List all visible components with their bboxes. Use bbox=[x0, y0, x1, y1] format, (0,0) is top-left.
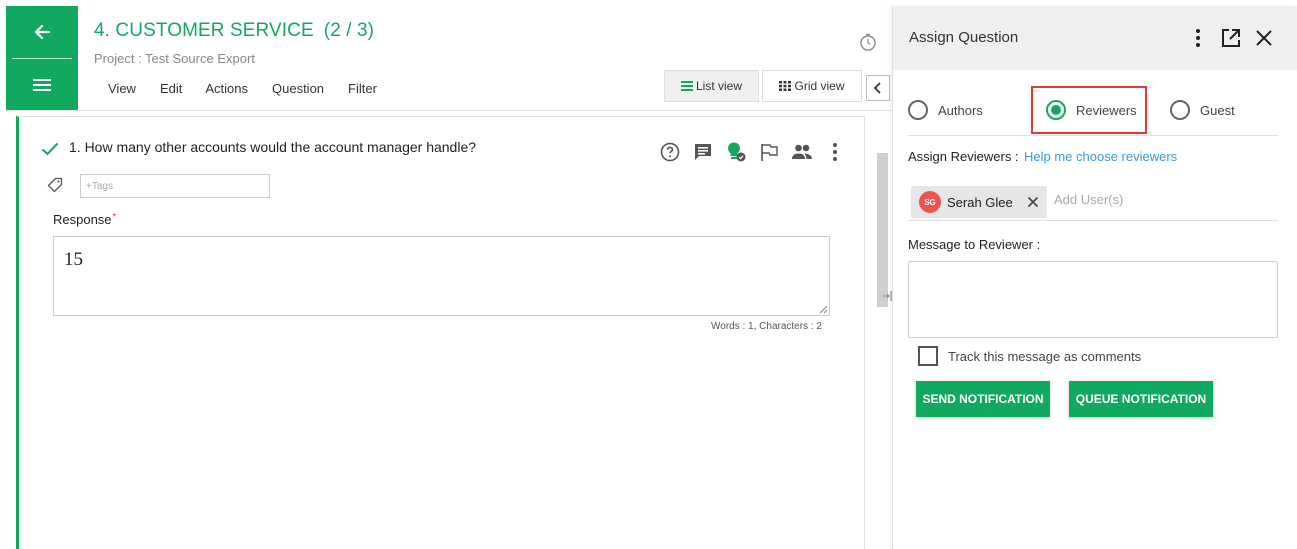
app-root: 4. CUSTOMER SERVICE (2 / 3) Project : Tes… bbox=[0, 0, 1297, 549]
panel-header: Assign Question bbox=[893, 6, 1297, 70]
lightbulb-icon bbox=[728, 142, 746, 162]
radio-authors[interactable]: Authors bbox=[908, 100, 983, 120]
more-vertical-icon bbox=[1196, 29, 1200, 47]
back-button[interactable] bbox=[6, 6, 78, 58]
radio-guest-circle[interactable] bbox=[1170, 100, 1190, 120]
grid-view-button[interactable]: Grid view bbox=[762, 70, 862, 102]
radio-authors-circle[interactable] bbox=[908, 100, 928, 120]
avatar: SG bbox=[919, 191, 941, 213]
timer-icon[interactable] bbox=[858, 32, 878, 52]
queue-notification-button[interactable]: QUEUE NOTIFICATION bbox=[1069, 381, 1213, 417]
panel-more-button[interactable] bbox=[1191, 26, 1205, 50]
message-textarea[interactable] bbox=[908, 261, 1278, 338]
tags-input[interactable] bbox=[80, 174, 270, 198]
word-count: Words : 1, Characters : 2 bbox=[711, 321, 822, 332]
menu-question[interactable]: Question bbox=[272, 81, 324, 96]
section-progress: (2 / 3) bbox=[323, 20, 375, 41]
header-divider bbox=[6, 110, 892, 111]
arrow-left-icon bbox=[34, 24, 51, 40]
radio-reviewers-circle[interactable] bbox=[1046, 100, 1066, 120]
response-textarea[interactable]: 15 bbox=[53, 236, 830, 316]
assignees-button[interactable] bbox=[791, 141, 813, 163]
menu-filter[interactable]: Filter bbox=[348, 81, 377, 96]
flag-button[interactable] bbox=[758, 141, 780, 163]
message-label: Message to Reviewer : bbox=[908, 237, 1041, 252]
menu-bar: View Edit Actions Question Filter bbox=[108, 81, 377, 96]
help-choose-reviewers-link[interactable]: Help me choose reviewers bbox=[1024, 149, 1177, 164]
nav-block bbox=[6, 6, 78, 110]
tag-icon bbox=[47, 177, 63, 193]
radio-reviewers[interactable]: Reviewers bbox=[1046, 100, 1137, 120]
more-options-button[interactable] bbox=[824, 141, 846, 163]
more-vertical-icon bbox=[833, 143, 837, 161]
radio-reviewers-label: Reviewers bbox=[1076, 102, 1137, 118]
comment-button[interactable] bbox=[692, 141, 714, 163]
close-icon[interactable] bbox=[1254, 28, 1274, 48]
project-name: Project : Test Source Export bbox=[94, 51, 255, 66]
grid-icon bbox=[779, 81, 792, 91]
reviewer-chip: SG Serah Glee bbox=[911, 186, 1047, 218]
list-view-label: List view bbox=[695, 79, 742, 93]
reviewer-chips: SG Serah Glee bbox=[908, 183, 1278, 221]
list-icon bbox=[680, 81, 693, 91]
assign-reviewers-label: Assign Reviewers : bbox=[908, 149, 1019, 164]
hint-button[interactable] bbox=[725, 141, 747, 163]
reviewer-name: Serah Glee bbox=[947, 194, 1013, 210]
track-comments-checkbox[interactable] bbox=[918, 346, 938, 366]
menu-edit[interactable]: Edit bbox=[160, 81, 182, 96]
remove-reviewer-button[interactable] bbox=[1027, 196, 1039, 208]
scrollbar[interactable] bbox=[877, 153, 888, 307]
help-icon bbox=[660, 142, 680, 162]
panel-title: Assign Question bbox=[909, 29, 1019, 46]
help-button[interactable] bbox=[659, 141, 681, 163]
grid-view-label: Grid view bbox=[794, 79, 845, 93]
required-mark: * bbox=[112, 212, 117, 223]
resize-grip-icon[interactable] bbox=[819, 305, 828, 314]
section-title: 4. CUSTOMER SERVICE bbox=[94, 20, 314, 41]
track-comments-row: Track this message as comments bbox=[918, 346, 1141, 366]
flag-icon bbox=[761, 144, 778, 161]
chevron-left-icon bbox=[873, 82, 881, 94]
track-comments-label: Track this message as comments bbox=[948, 348, 1142, 364]
assignee-type-group: Authors Reviewers Guest bbox=[908, 86, 1278, 136]
radio-guest[interactable]: Guest bbox=[1170, 100, 1235, 120]
close-icon bbox=[1027, 196, 1038, 208]
page-title: 4. CUSTOMER SERVICE (2 / 3) bbox=[94, 20, 374, 42]
question-actions bbox=[659, 141, 857, 163]
list-view-button[interactable]: List view bbox=[664, 70, 759, 102]
menu-actions[interactable]: Actions bbox=[205, 81, 248, 96]
comment-icon bbox=[695, 144, 711, 160]
radio-guest-label: Guest bbox=[1200, 102, 1235, 118]
menu-button[interactable] bbox=[6, 59, 78, 110]
send-notification-button[interactable]: SEND NOTIFICATION bbox=[916, 381, 1050, 417]
add-user-input[interactable] bbox=[1054, 192, 1254, 207]
people-icon bbox=[792, 144, 812, 159]
response-label-text: Response bbox=[53, 212, 112, 227]
open-in-new-icon[interactable] bbox=[1220, 27, 1242, 49]
question-text: 1. How many other accounts would the acc… bbox=[69, 139, 477, 155]
menu-view[interactable]: View bbox=[108, 81, 136, 96]
hamburger-menu-icon bbox=[33, 78, 51, 91]
collapse-panel-button[interactable] bbox=[866, 75, 890, 101]
assign-question-panel: Assign Question Authors Reviewers Guest … bbox=[892, 6, 1297, 549]
question-card: 1. How many other accounts would the acc… bbox=[16, 116, 865, 549]
radio-authors-label: Authors bbox=[938, 102, 983, 118]
check-icon bbox=[41, 142, 59, 156]
response-label: Response* bbox=[53, 212, 116, 227]
